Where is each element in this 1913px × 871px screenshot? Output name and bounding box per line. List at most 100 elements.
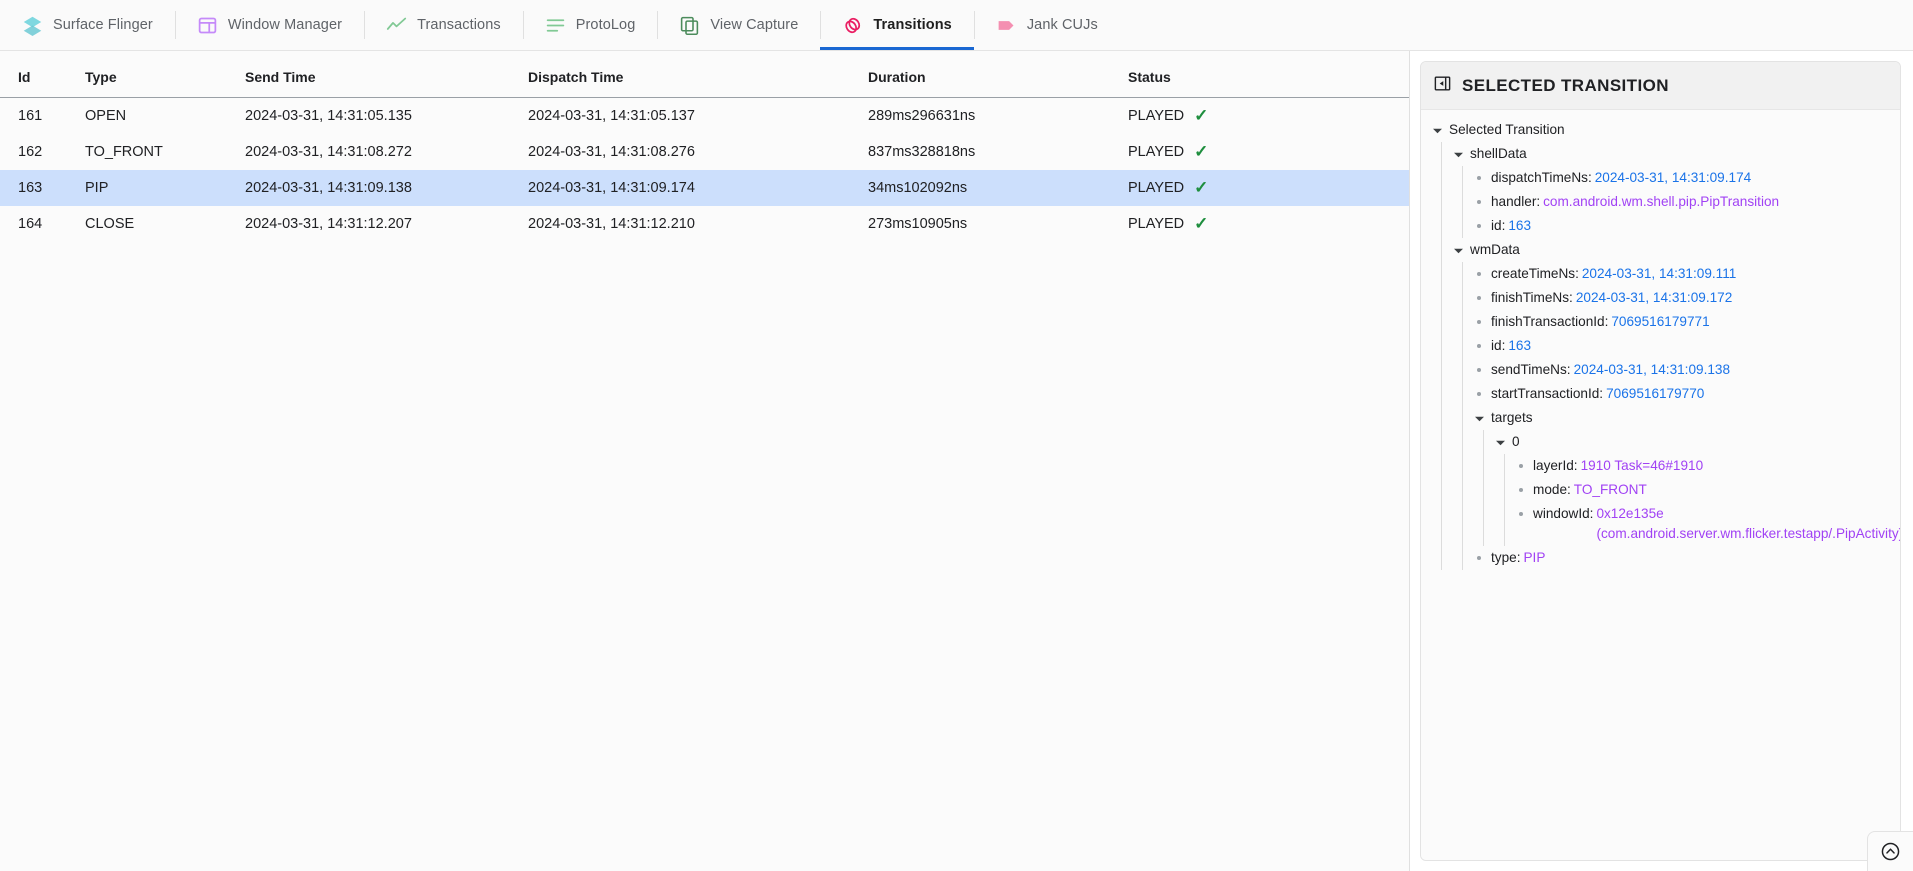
tree-leaf-layerid[interactable]: layerId: 1910 Task=46#1910 bbox=[1515, 454, 1892, 478]
collapse-left-panel-icon[interactable] bbox=[1433, 74, 1452, 98]
tree-leaf-handler[interactable]: handler: com.android.wm.shell.pip.PipTra… bbox=[1473, 190, 1892, 214]
selected-transition-panel: SELECTED TRANSITION Selected Transition bbox=[1420, 61, 1901, 861]
status-label: PLAYED bbox=[1128, 144, 1184, 160]
cell-type: PIP bbox=[85, 170, 245, 206]
table-row[interactable]: 162 TO_FRONT 2024-03-31, 14:31:08.272 20… bbox=[0, 134, 1409, 170]
property-key: windowId: bbox=[1533, 504, 1593, 524]
property-value: 2024-03-31, 14:31:09.111 bbox=[1582, 264, 1736, 284]
property-value: 1910 Task=46#1910 bbox=[1581, 456, 1704, 476]
tab-label: ProtoLog bbox=[576, 17, 636, 33]
tree-leaf-createtimens[interactable]: createTimeNs: 2024-03-31, 14:31:09.111 bbox=[1473, 262, 1892, 286]
tree-children-wmdata: createTimeNs: 2024-03-31, 14:31:09.111 f… bbox=[1462, 262, 1892, 570]
chevron-down-icon[interactable] bbox=[1452, 240, 1464, 260]
property-key: layerId: bbox=[1533, 456, 1578, 476]
tab-transactions[interactable]: Transactions bbox=[364, 0, 523, 50]
cell-send-time[interactable]: 2024-03-31, 14:31:05.135 bbox=[245, 98, 528, 134]
cell-status: PLAYED ✓ bbox=[1128, 206, 1409, 242]
tree-leaf-finishtimens[interactable]: finishTimeNs: 2024-03-31, 14:31:09.172 bbox=[1473, 286, 1892, 310]
tab-transitions[interactable]: Transitions bbox=[820, 0, 973, 50]
property-value: 0x12e135e (com.android.server.wm.flicker… bbox=[1596, 504, 1900, 544]
column-header-dispatch-time[interactable]: Dispatch Time bbox=[528, 51, 868, 98]
cell-send-time[interactable]: 2024-03-31, 14:31:08.272 bbox=[245, 134, 528, 170]
tree-children-root: shellData dispatchTimeNs: 2024-03-31, 14… bbox=[1441, 142, 1892, 570]
tab-surface-flinger[interactable]: Surface Flinger bbox=[0, 0, 175, 50]
bullet-icon bbox=[1473, 264, 1485, 284]
tree-leaf-mode[interactable]: mode: TO_FRONT bbox=[1515, 478, 1892, 502]
tab-label: Transactions bbox=[417, 17, 501, 33]
tab-label: Jank CUJs bbox=[1027, 17, 1098, 33]
tree-leaf-dispatchtimens[interactable]: dispatchTimeNs: 2024-03-31, 14:31:09.174 bbox=[1473, 166, 1892, 190]
column-header-send-time[interactable]: Send Time bbox=[245, 51, 528, 98]
tab-window-manager[interactable]: Window Manager bbox=[175, 0, 364, 50]
tree-node-row[interactable]: Selected Transition bbox=[1431, 118, 1892, 142]
property-value: PIP bbox=[1523, 548, 1545, 568]
tree-leaf-type[interactable]: type: PIP bbox=[1473, 546, 1892, 570]
column-header-type[interactable]: Type bbox=[85, 51, 245, 98]
bullet-icon bbox=[1473, 168, 1485, 188]
tree-leaf-sendtimens[interactable]: sendTimeNs: 2024-03-31, 14:31:09.138 bbox=[1473, 358, 1892, 382]
column-header-status[interactable]: Status bbox=[1128, 51, 1409, 98]
tab-view-capture[interactable]: View Capture bbox=[657, 0, 820, 50]
cell-id: 162 bbox=[0, 134, 85, 170]
column-header-duration[interactable]: Duration bbox=[868, 51, 1128, 98]
chevron-down-icon[interactable] bbox=[1431, 120, 1443, 140]
jank-tag-icon bbox=[996, 15, 1017, 36]
tree-leaf-id[interactable]: id: 163 bbox=[1473, 214, 1892, 238]
tree-children-targets: 0 layerId: bbox=[1483, 430, 1892, 546]
tree-leaf-starttransactionid[interactable]: startTransactionId: 7069516179770 bbox=[1473, 382, 1892, 406]
property-key: handler: bbox=[1491, 192, 1540, 212]
table-body: 161 OPEN 2024-03-31, 14:31:05.135 2024-0… bbox=[0, 98, 1409, 242]
cell-send-time[interactable]: 2024-03-31, 14:31:09.138 bbox=[245, 170, 528, 206]
collapse-expand-button[interactable] bbox=[1867, 831, 1913, 871]
tree-leaf-finishtransactionid[interactable]: finishTransactionId: 7069516179771 bbox=[1473, 310, 1892, 334]
property-key: startTransactionId: bbox=[1491, 384, 1603, 404]
cell-dispatch-time[interactable]: 2024-03-31, 14:31:12.210 bbox=[528, 206, 868, 242]
tree-leaf-windowid[interactable]: windowId: 0x12e135e (com.android.server.… bbox=[1515, 502, 1892, 546]
bullet-icon bbox=[1473, 288, 1485, 308]
table-row[interactable]: 164 CLOSE 2024-03-31, 14:31:12.207 2024-… bbox=[0, 206, 1409, 242]
property-value: TO_FRONT bbox=[1574, 480, 1647, 500]
cell-id: 163 bbox=[0, 170, 85, 206]
transitions-icon bbox=[842, 15, 863, 36]
status-check-icon: ✓ bbox=[1194, 179, 1208, 196]
cell-id: 161 bbox=[0, 98, 85, 134]
tab-protolog[interactable]: ProtoLog bbox=[523, 0, 658, 50]
cell-type: OPEN bbox=[85, 98, 245, 134]
chevron-down-icon[interactable] bbox=[1473, 408, 1485, 428]
tab-label: Window Manager bbox=[228, 17, 342, 33]
tab-jank-cujs[interactable]: Jank CUJs bbox=[974, 0, 1120, 50]
cell-dispatch-time[interactable]: 2024-03-31, 14:31:09.174 bbox=[528, 170, 868, 206]
property-value: 2024-03-31, 14:31:09.138 bbox=[1574, 360, 1730, 380]
tree-node-row[interactable]: shellData bbox=[1452, 142, 1892, 166]
property-key: type: bbox=[1491, 548, 1520, 568]
property-key: createTimeNs: bbox=[1491, 264, 1579, 284]
property-value: 7069516179771 bbox=[1611, 312, 1709, 332]
chevron-down-icon[interactable] bbox=[1452, 144, 1464, 164]
column-header-id[interactable]: Id bbox=[0, 51, 85, 98]
tree-node-wmdata: wmData createTimeNs: 2024-03-31, 14:31:0… bbox=[1452, 238, 1892, 570]
tree-node-row[interactable]: wmData bbox=[1452, 238, 1892, 262]
table-row[interactable]: 163 PIP 2024-03-31, 14:31:09.138 2024-03… bbox=[0, 170, 1409, 206]
cell-dispatch-time[interactable]: 2024-03-31, 14:31:05.137 bbox=[528, 98, 868, 134]
cell-duration: 273ms10905ns bbox=[868, 206, 1128, 242]
cell-duration: 837ms328818ns bbox=[868, 134, 1128, 170]
panel-title: SELECTED TRANSITION bbox=[1462, 76, 1669, 96]
content-area: Id Type Send Time Dispatch Time Duration… bbox=[0, 51, 1913, 871]
cell-duration: 289ms296631ns bbox=[868, 98, 1128, 134]
panel-header: SELECTED TRANSITION bbox=[1421, 62, 1900, 110]
cell-status: PLAYED ✓ bbox=[1128, 98, 1409, 134]
table-row[interactable]: 161 OPEN 2024-03-31, 14:31:05.135 2024-0… bbox=[0, 98, 1409, 134]
status-label: PLAYED bbox=[1128, 216, 1184, 232]
property-key: finishTimeNs: bbox=[1491, 288, 1573, 308]
status-check-icon: ✓ bbox=[1194, 107, 1208, 124]
chevron-down-icon[interactable] bbox=[1494, 432, 1506, 452]
cell-dispatch-time[interactable]: 2024-03-31, 14:31:08.276 bbox=[528, 134, 868, 170]
table-header: Id Type Send Time Dispatch Time Duration… bbox=[0, 51, 1409, 98]
status-label: PLAYED bbox=[1128, 108, 1184, 124]
property-key: finishTransactionId: bbox=[1491, 312, 1608, 332]
cell-send-time[interactable]: 2024-03-31, 14:31:12.207 bbox=[245, 206, 528, 242]
property-key: id: bbox=[1491, 216, 1505, 236]
tree-node-row[interactable]: 0 bbox=[1494, 430, 1892, 454]
tree-node-row[interactable]: targets bbox=[1473, 406, 1892, 430]
tree-leaf-id[interactable]: id: 163 bbox=[1473, 334, 1892, 358]
